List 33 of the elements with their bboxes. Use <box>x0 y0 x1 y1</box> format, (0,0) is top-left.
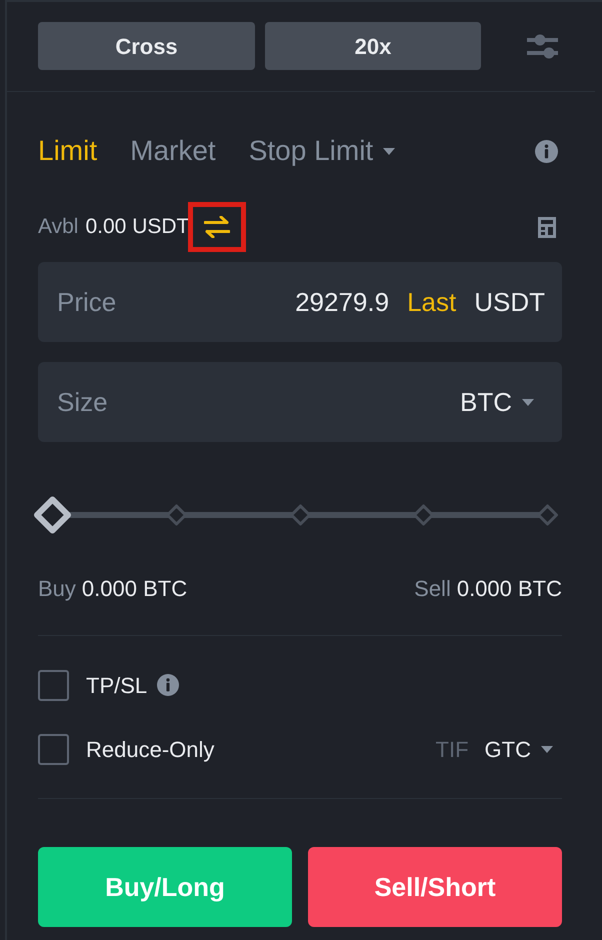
tif-dropdown[interactable]: GTC <box>484 732 553 766</box>
available-label: Avbl <box>38 214 78 240</box>
slider-thumb[interactable] <box>33 495 72 534</box>
caret-icon <box>541 746 553 752</box>
order-type-tab[interactable]: Limit <box>38 137 98 165</box>
margin-mode-button[interactable]: Cross <box>38 22 255 70</box>
sell-short-button[interactable]: Sell/Short <box>308 847 562 927</box>
checkbox[interactable] <box>38 734 69 764</box>
checkbox[interactable] <box>38 670 69 700</box>
info-icon[interactable] <box>535 140 558 162</box>
amount-label: Sell <box>414 574 451 602</box>
amount-value: 0.000 BTC <box>82 574 188 602</box>
info-icon[interactable] <box>157 674 180 696</box>
price-field[interactable]: Price 29279.9 Last USDT <box>38 262 562 342</box>
settings-icon[interactable] <box>527 32 558 60</box>
order-type-tab[interactable]: Stop Limit <box>248 137 396 165</box>
available-balance: 0.00 USDT <box>85 214 190 240</box>
checkbox-label[interactable]: Reduce-Only <box>86 732 214 766</box>
last-price-button[interactable]: Last <box>407 282 456 322</box>
transfer-icon[interactable] <box>204 216 230 238</box>
checkbox-label[interactable]: TP/SL <box>86 668 148 702</box>
amount-value: 0.000 BTC <box>456 574 562 602</box>
calculator-icon[interactable] <box>538 216 556 238</box>
amount-label: Buy <box>38 574 76 603</box>
leverage-button[interactable]: 20x <box>265 22 481 70</box>
price-label: Price <box>57 286 116 318</box>
size-label: Size <box>57 386 108 418</box>
unit-label: USDT <box>474 286 545 318</box>
size-field[interactable]: Size BTC <box>38 362 562 442</box>
order-type-tab[interactable]: Market <box>130 137 216 165</box>
unit-dropdown[interactable]: BTC <box>460 382 534 422</box>
caret-icon <box>522 398 534 406</box>
tif-label: TIF <box>436 736 469 764</box>
